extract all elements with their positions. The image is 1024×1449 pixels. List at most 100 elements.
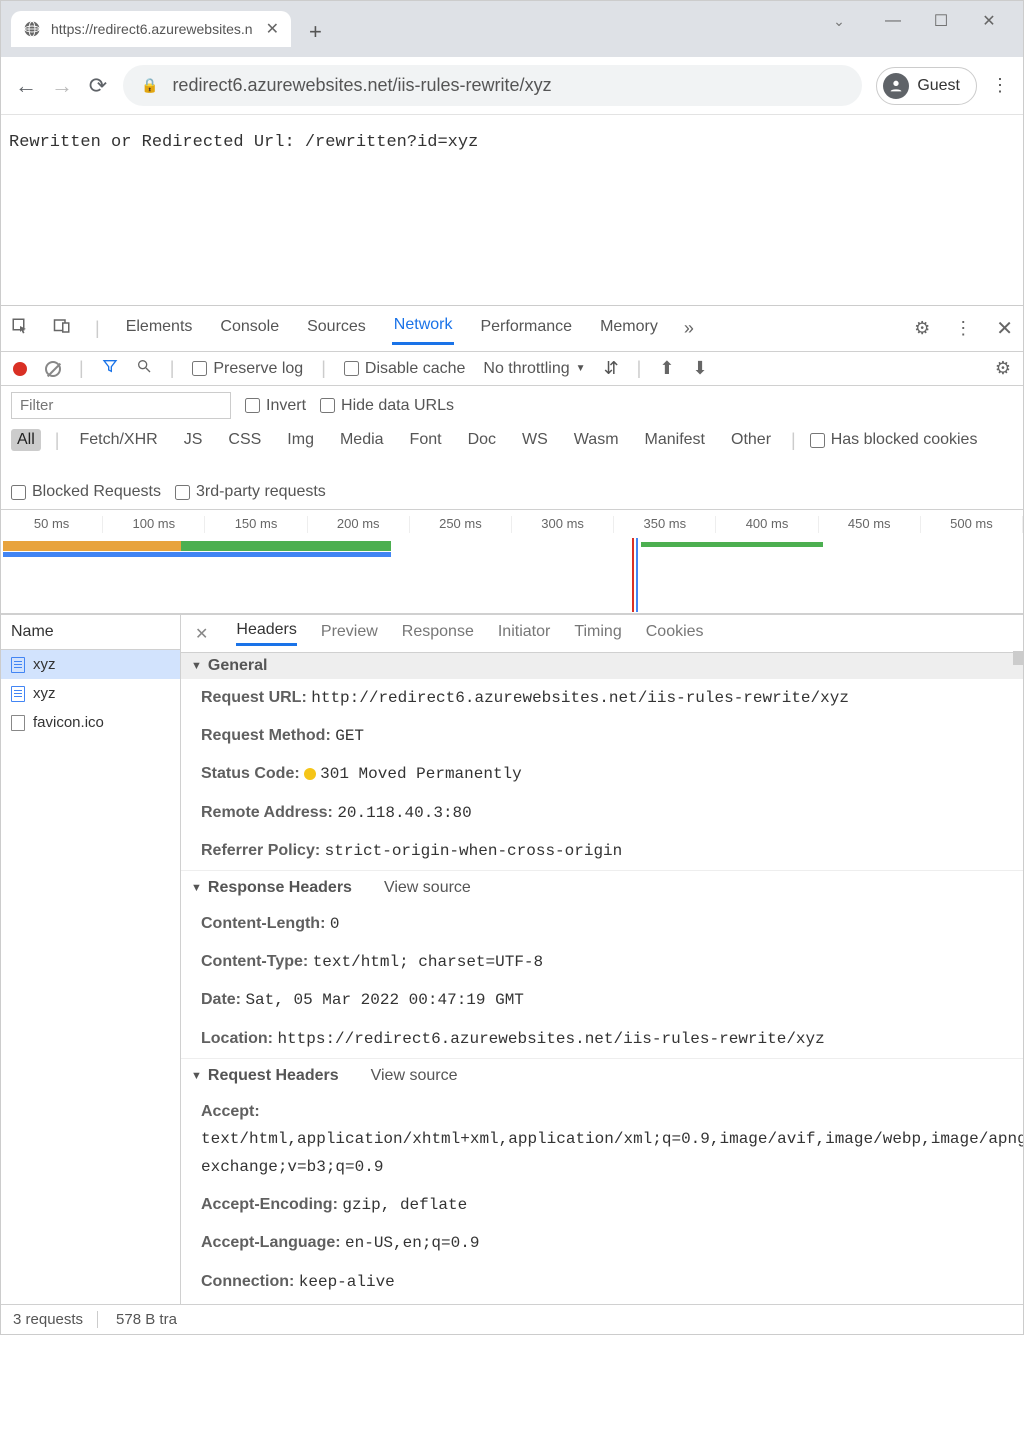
network-conditions-icon[interactable]: ⇵ <box>604 358 619 379</box>
section-request-headers[interactable]: ▼Request HeadersView source <box>181 1058 1023 1093</box>
request-row[interactable]: xyz <box>1 650 180 679</box>
download-har-icon[interactable]: ⬇ <box>692 358 707 379</box>
request-row[interactable]: xyz <box>1 679 180 708</box>
status-transferred: 578 B tra <box>116 1311 191 1328</box>
device-toggle-icon[interactable] <box>53 317 71 340</box>
reload-button[interactable]: ⟳ <box>87 73 109 99</box>
request-details: ✕ Headers Preview Response Initiator Tim… <box>181 615 1023 1304</box>
maximize-button[interactable]: ☐ <box>933 11 949 31</box>
record-button[interactable] <box>13 362 27 376</box>
new-tab-button[interactable]: + <box>309 19 322 45</box>
time-tick: 100 ms <box>103 516 205 533</box>
has-blocked-checkbox[interactable]: Has blocked cookies <box>810 431 978 449</box>
filter-font[interactable]: Font <box>404 429 448 451</box>
tab-timing[interactable]: Timing <box>574 623 621 645</box>
globe-icon <box>23 20 41 38</box>
header-row: Accept: text/html,application/xhtml+xml,… <box>181 1093 1023 1187</box>
details-close-icon[interactable]: ✕ <box>195 624 208 644</box>
filter-manifest[interactable]: Manifest <box>639 429 711 451</box>
tab-preview[interactable]: Preview <box>321 623 378 645</box>
tab-memory[interactable]: Memory <box>598 314 660 344</box>
inspect-icon[interactable] <box>11 317 29 340</box>
throttling-select[interactable]: No throttling▼ <box>483 360 585 378</box>
back-button[interactable]: ← <box>15 73 37 99</box>
devtools-menu-icon[interactable]: ⋮ <box>954 318 972 339</box>
tab-elements[interactable]: Elements <box>124 314 195 344</box>
browser-menu-icon[interactable]: ⋮ <box>991 75 1009 96</box>
time-tick: 450 ms <box>819 516 921 533</box>
filter-doc[interactable]: Doc <box>462 429 502 451</box>
header-key: Content-Length: <box>201 915 330 932</box>
filter-img[interactable]: Img <box>281 429 320 451</box>
time-tick: 250 ms <box>410 516 512 533</box>
view-source-link[interactable]: View source <box>384 879 471 897</box>
document-icon <box>11 657 25 673</box>
tab-network[interactable]: Network <box>392 312 455 345</box>
filter-ws[interactable]: WS <box>516 429 554 451</box>
header-row: Accept-Language: en-US,en;q=0.9 <box>181 1224 1023 1262</box>
tab-sources[interactable]: Sources <box>305 314 368 344</box>
filter-input[interactable] <box>11 392 231 419</box>
network-settings-icon[interactable]: ⚙ <box>995 358 1011 379</box>
gear-icon[interactable]: ⚙ <box>914 318 930 339</box>
profile-button[interactable]: Guest <box>876 67 977 105</box>
filter-other[interactable]: Other <box>725 429 777 451</box>
lock-icon[interactable]: 🔒 <box>141 77 158 94</box>
disable-cache-checkbox[interactable]: Disable cache <box>344 360 466 378</box>
third-party-checkbox[interactable]: 3rd-party requests <box>175 483 326 501</box>
chevron-down-icon[interactable]: ⌄ <box>831 13 847 30</box>
search-icon[interactable] <box>136 358 152 379</box>
header-value: strict-origin-when-cross-origin <box>325 842 623 860</box>
time-tick: 50 ms <box>1 516 103 533</box>
header-key: Accept-Language: <box>201 1234 345 1251</box>
network-status-bar: 3 requests 578 B tra <box>1 1304 1023 1334</box>
header-value: https://redirect6.azurewebsites.net/iis-… <box>277 1030 824 1048</box>
header-value: 0 <box>330 915 340 933</box>
request-list: Name xyzxyzfavicon.ico <box>1 615 181 1304</box>
preserve-log-checkbox[interactable]: Preserve log <box>192 360 303 378</box>
network-filter-row: Invert Hide data URLs <box>1 386 1023 425</box>
minimize-button[interactable]: — <box>885 12 901 30</box>
filter-css[interactable]: CSS <box>222 429 267 451</box>
time-tick: 300 ms <box>512 516 614 533</box>
tab-close-icon[interactable]: ✕ <box>266 19 279 39</box>
section-general[interactable]: ▼General <box>181 653 1023 679</box>
scrollbar-thumb[interactable] <box>1013 651 1023 665</box>
forward-button[interactable]: → <box>51 73 73 99</box>
browser-tab[interactable]: https://redirect6.azurewebsites.n ✕ <box>11 11 291 47</box>
tab-initiator[interactable]: Initiator <box>498 623 550 645</box>
filter-media[interactable]: Media <box>334 429 390 451</box>
filter-wasm[interactable]: Wasm <box>568 429 625 451</box>
document-icon <box>11 686 25 702</box>
header-key: Remote Address: <box>201 804 337 821</box>
upload-har-icon[interactable]: ⬆ <box>659 358 674 379</box>
address-bar[interactable]: 🔒 redirect6.azurewebsites.net/iis-rules-… <box>123 65 862 106</box>
request-row[interactable]: favicon.ico <box>1 708 180 737</box>
tab-cookies[interactable]: Cookies <box>646 623 704 645</box>
timeline-overview[interactable]: 50 ms100 ms150 ms200 ms250 ms300 ms350 m… <box>1 510 1023 614</box>
more-tabs-icon[interactable]: » <box>684 318 694 339</box>
close-button[interactable]: ✕ <box>981 11 997 31</box>
clear-button[interactable] <box>45 361 61 377</box>
header-key: Accept-Encoding: <box>201 1196 342 1213</box>
status-dot-icon <box>304 768 316 780</box>
tab-console[interactable]: Console <box>218 314 281 344</box>
filter-js[interactable]: JS <box>178 429 209 451</box>
tab-headers[interactable]: Headers <box>236 621 296 646</box>
tab-performance[interactable]: Performance <box>478 314 574 344</box>
tab-response[interactable]: Response <box>402 623 474 645</box>
invert-checkbox[interactable]: Invert <box>245 397 306 415</box>
filter-icon[interactable] <box>102 358 118 379</box>
blocked-requests-checkbox[interactable]: Blocked Requests <box>11 483 161 501</box>
filter-all[interactable]: All <box>11 429 41 451</box>
filter-fetch[interactable]: Fetch/XHR <box>73 429 163 451</box>
devtools-close-icon[interactable]: ✕ <box>996 316 1013 341</box>
header-row: Referrer Policy: strict-origin-when-cros… <box>181 832 1023 870</box>
request-list-header[interactable]: Name <box>1 615 180 650</box>
hide-data-urls-checkbox[interactable]: Hide data URLs <box>320 397 454 415</box>
view-source-link[interactable]: View source <box>371 1067 458 1085</box>
network-controls: | | Preserve log | Disable cache No thro… <box>1 352 1023 386</box>
browser-toolbar: ← → ⟳ 🔒 redirect6.azurewebsites.net/iis-… <box>1 57 1023 115</box>
section-response-headers[interactable]: ▼Response HeadersView source <box>181 870 1023 905</box>
time-tick: 200 ms <box>308 516 410 533</box>
